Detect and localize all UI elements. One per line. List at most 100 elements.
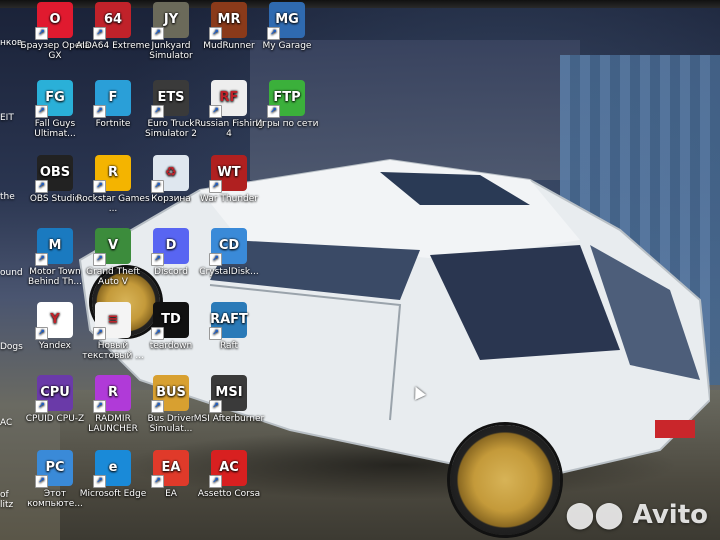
crystaldisk-label: CrystalDisk...: [199, 267, 259, 277]
war-thunder-icon: WT ↗: [209, 155, 247, 193]
shortcut-arrow-icon: ↗: [209, 180, 222, 193]
this-pc-glyph: PC: [45, 460, 65, 475]
euro-truck-glyph: ETS: [157, 90, 185, 105]
desktop-icon-my-garage[interactable]: MG ↗ My Garage: [250, 2, 324, 51]
avito-watermark: ⬤⬤ Avito: [565, 500, 708, 530]
opera-gx-glyph: O: [49, 12, 61, 27]
aida64-icon: 64 ↗: [93, 2, 131, 40]
desktop-icon-war-thunder[interactable]: WT ↗ War Thunder: [192, 155, 266, 204]
assetto-glyph: AC: [219, 460, 239, 475]
shortcut-arrow-icon: ↗: [151, 327, 164, 340]
cut-icon-label[interactable]: EIT: [0, 113, 14, 123]
raft-glyph: RAFT: [210, 312, 248, 327]
shortcut-arrow-icon: ↗: [151, 105, 164, 118]
raft-icon: RAFT ↗: [209, 302, 248, 340]
msi-icon: MSI ↗: [209, 375, 247, 413]
russian-fishing-glyph: RF: [219, 90, 239, 105]
shortcut-arrow-icon: ↗: [151, 475, 164, 488]
rockstar-glyph: R: [107, 165, 118, 180]
shortcut-arrow-icon: ↗: [93, 253, 106, 266]
fall-guys-glyph: FG: [45, 90, 65, 105]
shortcut-arrow-icon: ↗: [35, 27, 48, 40]
radmir-glyph: R: [107, 385, 118, 400]
motortown-glyph: M: [48, 238, 62, 253]
cpuid-glyph: CPU: [40, 385, 70, 400]
this-pc-icon: PC ↗: [35, 450, 73, 488]
shortcut-arrow-icon: ↗: [35, 475, 48, 488]
bus-driver-glyph: BUS: [156, 385, 186, 400]
mudrunner-icon: MR ↗: [209, 2, 247, 40]
shortcut-arrow-icon: ↗: [209, 327, 222, 340]
discord-glyph: D: [165, 238, 177, 253]
crystaldisk-icon: CD ↗: [209, 228, 247, 266]
radmir-icon: R ↗: [93, 375, 131, 413]
new-doc-glyph: ≡: [107, 312, 119, 327]
shortcut-arrow-icon: ↗: [209, 27, 222, 40]
ea-glyph: EA: [161, 460, 181, 475]
cut-icon-label[interactable]: litz: [0, 500, 13, 510]
assetto-icon: AC ↗: [209, 450, 247, 488]
shortcut-arrow-icon: ↗: [151, 27, 164, 40]
watermark-text: Avito: [632, 500, 708, 530]
shortcut-arrow-icon: ↗: [151, 400, 164, 413]
fortnite-icon: F ↗: [93, 80, 131, 118]
cut-icon-label[interactable]: the: [0, 192, 15, 202]
cut-icon-label[interactable]: of: [0, 490, 9, 500]
mudrunner-glyph: MR: [217, 12, 241, 27]
recycle-glyph: ♻: [165, 165, 177, 180]
ftp-label: Игры по сети: [255, 119, 319, 129]
fortnite-glyph: F: [108, 90, 118, 105]
shortcut-arrow-icon: ↗: [35, 105, 48, 118]
edge-glyph: e: [108, 460, 118, 475]
desktop-icon-crystaldisk[interactable]: CD ↗ CrystalDisk...: [192, 228, 266, 277]
obs-icon: OBS ↗: [35, 155, 73, 193]
avito-logo-icon: ⬤⬤: [565, 500, 633, 530]
desktop-icon-msi[interactable]: MSI ↗ MSI Afterburner: [192, 375, 266, 424]
shortcut-arrow-icon: ↗: [209, 105, 222, 118]
teardown-glyph: TD: [161, 312, 181, 327]
shortcut-arrow-icon: ↗: [151, 180, 164, 193]
msi-label: MSI Afterburner: [193, 414, 265, 424]
new-doc-icon: ≡ ↗: [93, 302, 131, 340]
war-thunder-label: War Thunder: [200, 194, 258, 204]
shortcut-arrow-icon: ↗: [93, 400, 106, 413]
war-thunder-glyph: WT: [217, 165, 241, 180]
motortown-icon: M ↗: [35, 228, 73, 266]
yandex-icon: Y ↗: [35, 302, 73, 340]
shortcut-arrow-icon: ↗: [93, 327, 106, 340]
rockstar-icon: R ↗: [93, 155, 131, 193]
my-garage-glyph: MG: [275, 12, 299, 27]
edge-icon: e ↗: [93, 450, 131, 488]
shortcut-arrow-icon: ↗: [93, 105, 106, 118]
shortcut-arrow-icon: ↗: [267, 105, 280, 118]
ftp-glyph: FTP: [273, 90, 301, 105]
euro-truck-icon: ETS ↗: [151, 80, 189, 118]
desktop-icon-assetto[interactable]: AC ↗ Assetto Corsa: [192, 450, 266, 499]
desktop-icon-ftp[interactable]: FTP ↗ Игры по сети: [250, 80, 324, 129]
shortcut-arrow-icon: ↗: [35, 327, 48, 340]
recycle-icon: ♻ ↗: [151, 155, 189, 193]
ftp-icon: FTP ↗: [267, 80, 305, 118]
shortcut-arrow-icon: ↗: [93, 475, 106, 488]
cut-icon-label[interactable]: AC: [0, 418, 12, 428]
discord-icon: D ↗: [151, 228, 189, 266]
gta5-icon: V ↗: [93, 228, 131, 266]
shortcut-arrow-icon: ↗: [35, 253, 48, 266]
raft-label: Raft: [219, 341, 239, 351]
shortcut-arrow-icon: ↗: [151, 253, 164, 266]
obs-glyph: OBS: [39, 165, 71, 180]
russian-fishing-icon: RF ↗: [209, 80, 247, 118]
desktop-icon-raft[interactable]: RAFT ↗ Raft: [192, 302, 266, 351]
aida64-glyph: 64: [103, 12, 123, 27]
yandex-glyph: Y: [50, 312, 60, 327]
teardown-icon: TD ↗: [151, 302, 189, 340]
opera-gx-icon: O ↗: [35, 2, 73, 40]
msi-glyph: MSI: [215, 385, 243, 400]
gta5-glyph: V: [107, 238, 119, 253]
crystaldisk-glyph: CD: [218, 238, 240, 253]
rear-wheel: [450, 425, 560, 535]
ea-icon: EA ↗: [151, 450, 189, 488]
shortcut-arrow-icon: ↗: [93, 180, 106, 193]
my-garage-icon: MG ↗: [267, 2, 305, 40]
shortcut-arrow-icon: ↗: [93, 27, 106, 40]
